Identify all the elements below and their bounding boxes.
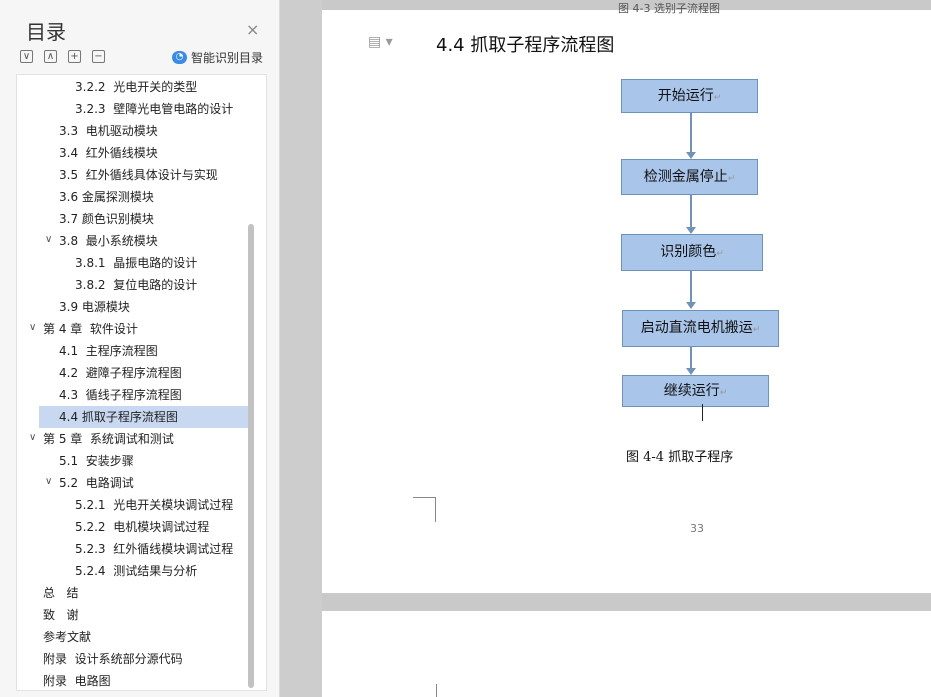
toc-item[interactable]: 附录 设计系统部分源代码 — [43, 648, 183, 670]
chevron-down-icon[interactable]: ∨ — [29, 322, 36, 333]
flow-arrow-head — [686, 368, 696, 375]
toc-item[interactable]: 参考文献 — [43, 626, 91, 648]
document-page-next[interactable] — [322, 611, 931, 697]
toc-item[interactable]: 总 结 — [43, 582, 78, 604]
toc-item[interactable]: 5.1 安装步骤 — [59, 450, 134, 472]
page-number: 33 — [690, 522, 704, 535]
collapse-all-icon[interactable]: ∨ — [20, 50, 33, 63]
margin-corner-mark — [413, 497, 436, 522]
toc-item[interactable]: 致 谢 — [43, 604, 78, 626]
pane-title: 目录 — [26, 20, 66, 44]
flow-step-detect-metal: 检测金属停止↵ — [621, 159, 758, 195]
close-icon[interactable]: × — [246, 20, 259, 39]
toc-item[interactable]: 5.2 电路调试 — [59, 472, 134, 494]
previous-caption-cutoff: 图 4-3 选别子流程图 — [618, 2, 720, 15]
remove-level-icon[interactable]: − — [92, 50, 105, 63]
toc-item[interactable]: 3.6 金属探测模块 — [59, 186, 154, 208]
toc-item[interactable]: 5.2.4 测试结果与分析 — [75, 560, 197, 582]
document-icon[interactable]: ▤ ▾ — [368, 34, 393, 50]
margin-corner-mark — [436, 684, 437, 697]
flow-arrow — [690, 347, 692, 369]
toc-item[interactable]: 附录 电路图 — [43, 670, 111, 690]
toc-item[interactable]: 3.9 电源模块 — [59, 296, 130, 318]
flow-arrow — [690, 113, 692, 153]
toc-list: 3.2.2 光电开关的类型 3.2.3 壁障光电管电路的设计 3.3 电机驱动模… — [16, 74, 267, 691]
toc-item[interactable]: 4.2 避障子程序流程图 — [59, 362, 182, 384]
flow-arrow-head — [686, 302, 696, 309]
flow-step-start-motor: 启动直流电机搬运↵ — [622, 310, 779, 347]
toc-item[interactable]: 5.2.3 红外循线模块调试过程 — [75, 538, 233, 560]
text-cursor — [702, 404, 703, 421]
toc-item[interactable]: 3.2.2 光电开关的类型 — [75, 76, 197, 98]
flow-arrow — [690, 271, 692, 303]
toc-item[interactable]: 3.4 红外循线模块 — [59, 142, 158, 164]
chevron-down-icon[interactable]: ∨ — [29, 432, 36, 443]
flow-step-continue: 继续运行↵ — [622, 375, 769, 407]
toc-item[interactable]: 5.2.2 电机模块调试过程 — [75, 516, 209, 538]
toc-item[interactable]: 3.8.2 复位电路的设计 — [75, 274, 197, 296]
chevron-down-icon[interactable]: ∨ — [45, 476, 52, 487]
toc-item[interactable]: 3.8.1 晶振电路的设计 — [75, 252, 197, 274]
toc-item[interactable]: 第 4 章 软件设计 — [43, 318, 138, 340]
expand-up-icon[interactable]: ∧ — [44, 50, 57, 63]
toc-item[interactable]: 3.5 红外循线具体设计与实现 — [59, 164, 218, 186]
toc-item[interactable]: 3.8 最小系统模块 — [59, 230, 158, 252]
add-level-icon[interactable]: + — [68, 50, 81, 63]
toc-item[interactable]: 4.3 循线子程序流程图 — [59, 384, 182, 406]
flow-arrow-head — [686, 152, 696, 159]
document-gutter — [280, 0, 322, 697]
toc-scrollbar[interactable] — [248, 224, 254, 688]
flow-arrow-head — [686, 227, 696, 234]
flow-arrow — [690, 195, 692, 228]
ai-cloud-icon: ◔ — [172, 51, 187, 64]
flow-step-identify-color: 识别颜色↵ — [621, 234, 763, 271]
toc-item[interactable]: 3.3 电机驱动模块 — [59, 120, 158, 142]
smart-toc-label: 智能识别目录 — [191, 51, 264, 65]
toc-item[interactable]: 3.2.3 壁障光电管电路的设计 — [75, 98, 233, 120]
toc-item[interactable]: 3.7 颜色识别模块 — [59, 208, 154, 230]
toc-item[interactable]: 第 5 章 系统调试和测试 — [43, 428, 174, 450]
figure-caption: 图 4-4 抓取子程序 — [626, 450, 734, 465]
toc-item-selected[interactable]: 4.4 抓取子程序流程图 — [39, 406, 249, 428]
chevron-down-icon[interactable]: ∨ — [45, 234, 52, 245]
flow-step-start: 开始运行↵ — [621, 79, 758, 113]
toc-pane: 目录 × ∨ ∧ + − ◔ 智能识别目录 3.2.2 光电开关的类型 3.2.… — [0, 0, 280, 697]
toc-item[interactable]: 5.2.1 光电开关模块调试过程 — [75, 494, 233, 516]
toc-item[interactable]: 4.1 主程序流程图 — [59, 340, 158, 362]
section-heading: 4.4 抓取子程序流程图 — [436, 35, 615, 56]
smart-toc-button[interactable]: ◔ 智能识别目录 — [172, 49, 263, 66]
